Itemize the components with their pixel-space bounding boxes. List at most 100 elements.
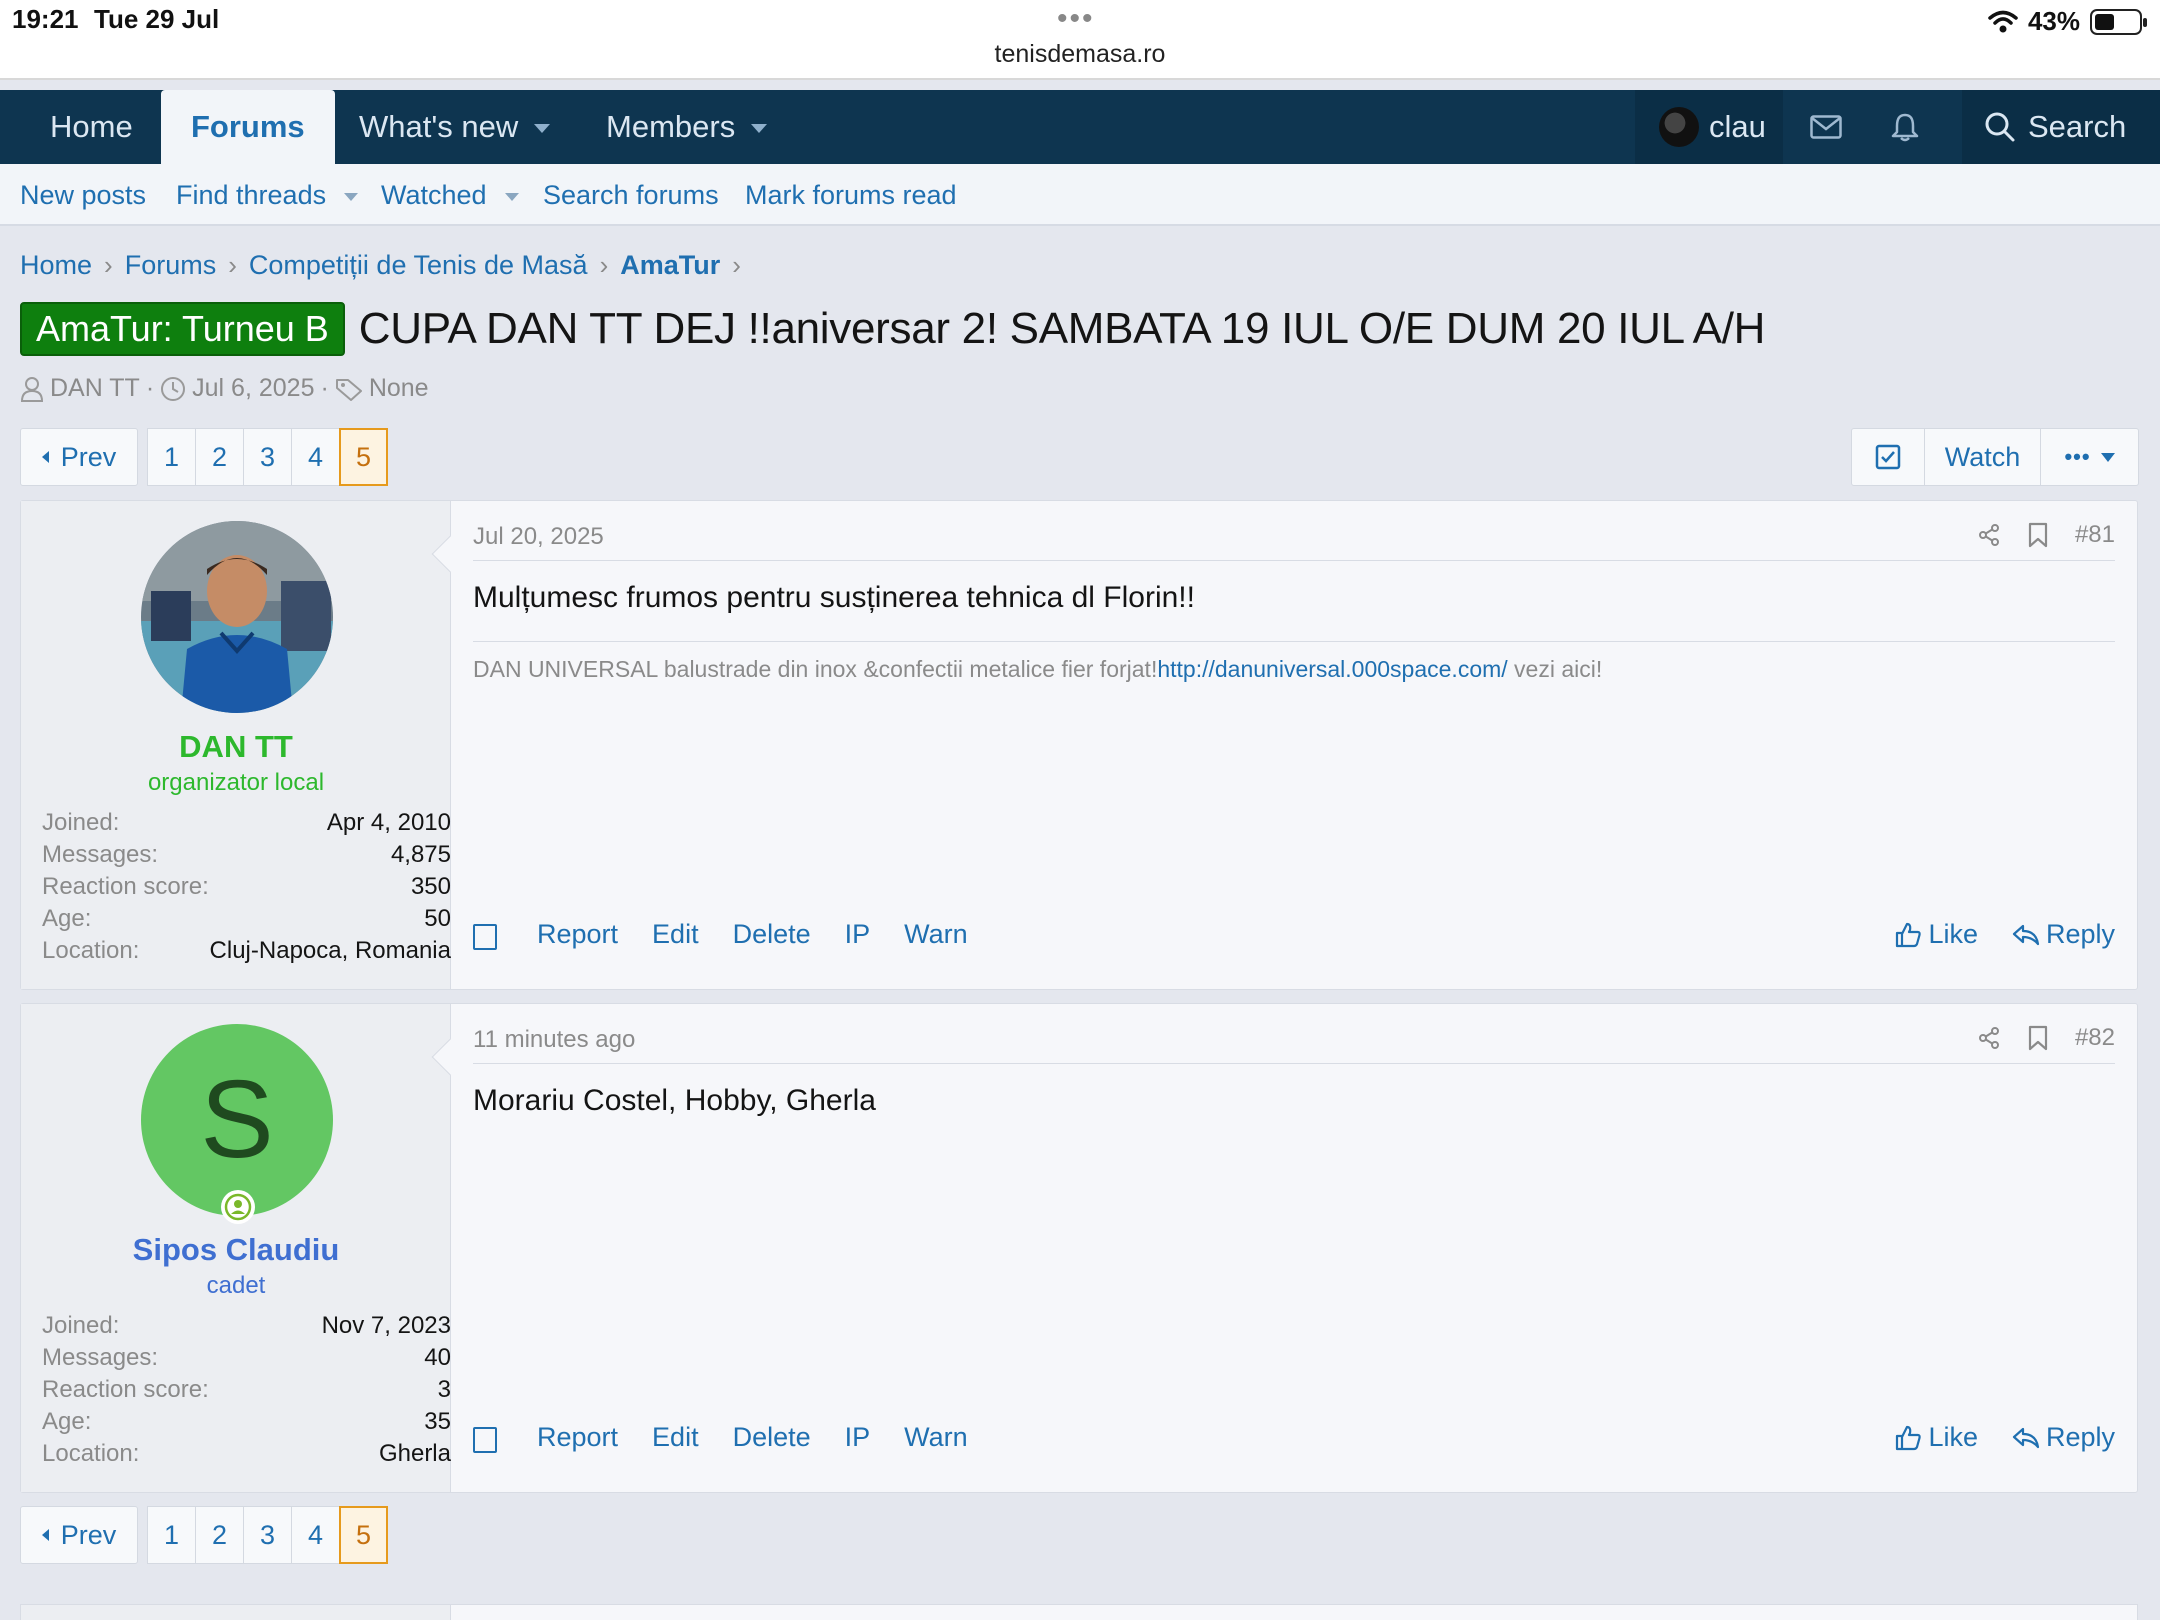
more-icon: ••• [2064, 444, 2091, 469]
page-link-1[interactable]: 1 [147, 1506, 196, 1564]
post-username[interactable]: Sipos Claudiu [21, 1232, 451, 1268]
nav-forums[interactable]: Forums [161, 90, 335, 164]
avatar[interactable] [141, 521, 333, 713]
thread-tags: None [368, 374, 429, 402]
post-user-column: S Sipos Claudiu cadet Joined: Nov 7, 2023… [21, 1004, 451, 1492]
breadcrumb-category[interactable]: Competiții de Tenis de Masă [249, 250, 588, 281]
more-dots-icon[interactable]: ••• [1057, 2, 1095, 36]
account-menu[interactable]: clau [1635, 90, 1783, 164]
share-icon[interactable] [1977, 1026, 2001, 1050]
like-button[interactable]: Like [1894, 1422, 1978, 1453]
battery-percent: 43% [2027, 6, 2080, 36]
inbox-button[interactable] [1786, 90, 1866, 164]
status-time: 19:21 [12, 4, 79, 34]
pagination-top: Prev 1 2 3 4 5 [20, 428, 388, 486]
share-icon[interactable] [1977, 523, 2001, 547]
subnav-watched[interactable]: Watched [381, 180, 519, 211]
signature-after: vezi aici! [1507, 656, 1603, 682]
thread-author[interactable]: DAN TT [50, 374, 140, 403]
thumbs-up-icon [1896, 922, 1922, 947]
post-footer: Report Edit Delete IP Warn Like Reply [473, 1422, 2115, 1462]
page-links: 1 2 3 4 5 [147, 1506, 388, 1564]
joined-value: Apr 4, 2010 [326, 809, 451, 836]
chevron-right-icon: › [104, 250, 113, 280]
messages-label: Messages: [42, 841, 159, 868]
browser-status-bar: 19:21 Tue 29 Jul ••• tenisdemasa.ro 43% [0, 0, 2160, 80]
subnav-mark-read[interactable]: Mark forums read [745, 180, 957, 211]
age-value: 35 [424, 1408, 451, 1435]
breadcrumb-home[interactable]: Home [20, 250, 92, 281]
thread-start-date[interactable]: Jul 6, 2025 [192, 374, 314, 403]
alerts-button[interactable] [1865, 90, 1945, 164]
delete-link[interactable]: Delete [733, 919, 811, 950]
chevron-down-icon[interactable] [751, 124, 768, 134]
report-link[interactable]: Report [537, 919, 618, 950]
reply-label: Reply [2045, 1422, 2115, 1452]
like-button[interactable]: Like [1894, 919, 1978, 950]
watch-button[interactable]: Watch [1924, 429, 2040, 485]
user-stats: Joined: Apr 4, 2010 Messages: 4,875 Reacti… [42, 807, 451, 967]
page-link-4[interactable]: 4 [291, 428, 340, 486]
caret-left-icon [41, 1529, 49, 1541]
page-link-current[interactable]: 5 [339, 428, 388, 486]
post-date[interactable]: Jul 20, 2025 [473, 523, 604, 551]
thread-tools-menu[interactable]: ••• [2040, 429, 2138, 485]
post-date[interactable]: 11 minutes ago [473, 1026, 635, 1054]
delete-link[interactable]: Delete [733, 1422, 811, 1453]
prev-page-button[interactable]: Prev [20, 1506, 138, 1564]
page-link-current[interactable]: 5 [339, 1506, 388, 1564]
ip-link[interactable]: IP [845, 1422, 871, 1453]
page-links: 1 2 3 4 5 [147, 428, 388, 486]
breadcrumb-forums[interactable]: Forums [125, 250, 217, 281]
wifi-icon [1988, 10, 2018, 32]
breadcrumb-forum[interactable]: AmaTur [620, 250, 720, 281]
messages-value[interactable]: 4,875 [391, 839, 451, 871]
subnav-find-threads[interactable]: Find threads [176, 180, 359, 211]
post-number[interactable]: #82 [2075, 1024, 2115, 1052]
reply-button[interactable]: Reply [2012, 919, 2115, 950]
signature-link[interactable]: http://danuniversal.000space.com/ [1157, 656, 1507, 682]
chevron-down-icon[interactable] [344, 192, 359, 201]
age-label: Age: [42, 905, 92, 932]
address-bar-url[interactable]: tenisdemasa.ro [0, 40, 2160, 69]
nav-whats-new[interactable]: What's new [359, 90, 551, 164]
subnav-new-posts[interactable]: New posts [20, 180, 146, 211]
post-signature: DAN UNIVERSAL balustrade din inox &confe… [473, 641, 2115, 683]
chevron-down-icon[interactable] [504, 192, 519, 201]
search-button[interactable]: Search [1962, 90, 2160, 164]
post-username[interactable]: DAN TT [21, 729, 451, 765]
warn-link[interactable]: Warn [904, 1422, 968, 1453]
subnav-search-forums[interactable]: Search forums [543, 180, 719, 211]
page-link-2[interactable]: 2 [195, 428, 244, 486]
select-thread-button[interactable] [1852, 429, 1924, 485]
chevron-down-icon[interactable] [534, 124, 551, 134]
user-stats: Joined: Nov 7, 2023 Messages: 40 Reaction … [42, 1310, 451, 1470]
post-number[interactable]: #81 [2075, 521, 2115, 549]
thread-prefix-label[interactable]: AmaTur: Turneu B [20, 302, 345, 356]
page-link-1[interactable]: 1 [147, 428, 196, 486]
report-link[interactable]: Report [537, 1422, 618, 1453]
avatar[interactable]: S [141, 1024, 333, 1224]
nav-members[interactable]: Members [606, 90, 768, 164]
ip-link[interactable]: IP [845, 919, 871, 950]
warn-link[interactable]: Warn [904, 919, 968, 950]
bookmark-icon[interactable] [2027, 1025, 2049, 1051]
select-post-checkbox[interactable] [473, 1426, 497, 1453]
messages-value[interactable]: 40 [424, 1342, 451, 1374]
reply-button[interactable]: Reply [2012, 1422, 2115, 1453]
location-value[interactable]: Cluj-Napoca, Romania [210, 935, 451, 967]
location-value[interactable]: Gherla [379, 1438, 451, 1470]
prev-page-button[interactable]: Prev [20, 428, 138, 486]
edit-link[interactable]: Edit [652, 1422, 699, 1453]
page-link-3[interactable]: 3 [243, 1506, 292, 1564]
thumbs-up-icon [1896, 1425, 1922, 1450]
page-link-3[interactable]: 3 [243, 428, 292, 486]
page-link-4[interactable]: 4 [291, 1506, 340, 1564]
edit-link[interactable]: Edit [652, 919, 699, 950]
bookmark-icon[interactable] [2027, 522, 2049, 548]
like-label: Like [1928, 1422, 1978, 1452]
nav-home[interactable]: Home [50, 90, 133, 164]
page-link-2[interactable]: 2 [195, 1506, 244, 1564]
select-post-checkbox[interactable] [473, 923, 497, 950]
chevron-down-icon [2100, 452, 2115, 462]
